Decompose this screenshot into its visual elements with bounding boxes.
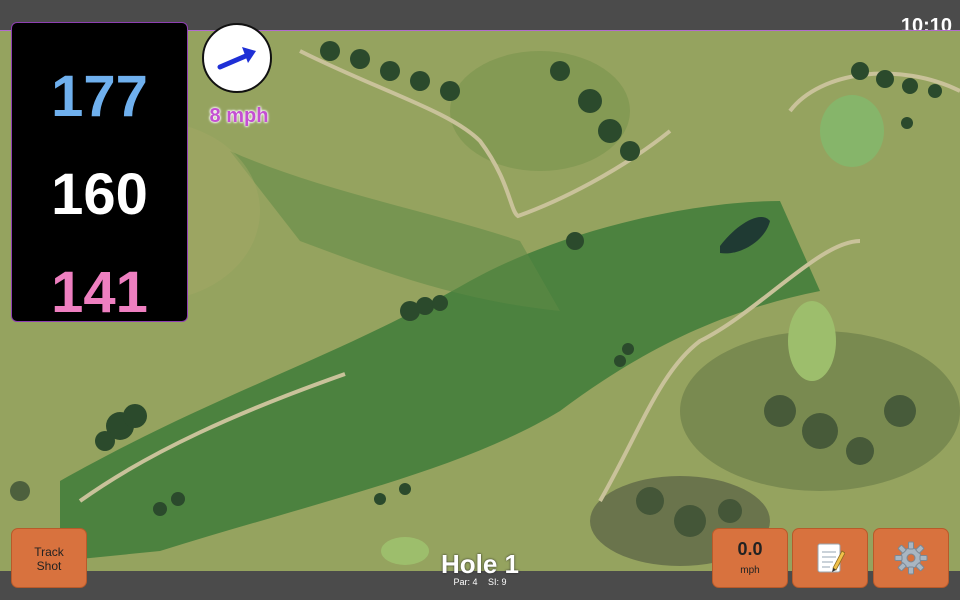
hole-meta: Par: 4 SI: 9 — [380, 577, 580, 587]
hole-stroke-index: SI: 9 — [488, 577, 507, 587]
gear-icon — [894, 541, 928, 575]
front-of-green-distance: 141 — [51, 260, 148, 325]
wind-speed-label: 8 mph — [209, 105, 269, 127]
notepad-icon — [817, 543, 845, 573]
wind-direction-arrow-icon — [217, 47, 256, 70]
wind-speed-value: 0.0 — [737, 539, 763, 559]
wind-speed-button[interactable]: 0.0 mph — [712, 528, 788, 588]
wind-speed-unit: mph — [740, 565, 760, 576]
back-of-green-distance: 177 — [51, 64, 148, 129]
track-shot-label-line2: Shot — [36, 559, 62, 573]
notes-button[interactable] — [792, 528, 868, 588]
hole-par: Par: 4 — [453, 577, 478, 587]
settings-button[interactable] — [873, 528, 949, 588]
hole-title: Hole 1 — [440, 549, 520, 579]
wind-direction-dial — [202, 23, 272, 93]
middle-of-green-distance: 160 — [51, 162, 148, 227]
track-shot-button[interactable]: Track Shot — [11, 528, 87, 588]
distance-panel: 177 160 141 — [11, 22, 188, 325]
track-shot-label-line1: Track — [34, 545, 64, 559]
